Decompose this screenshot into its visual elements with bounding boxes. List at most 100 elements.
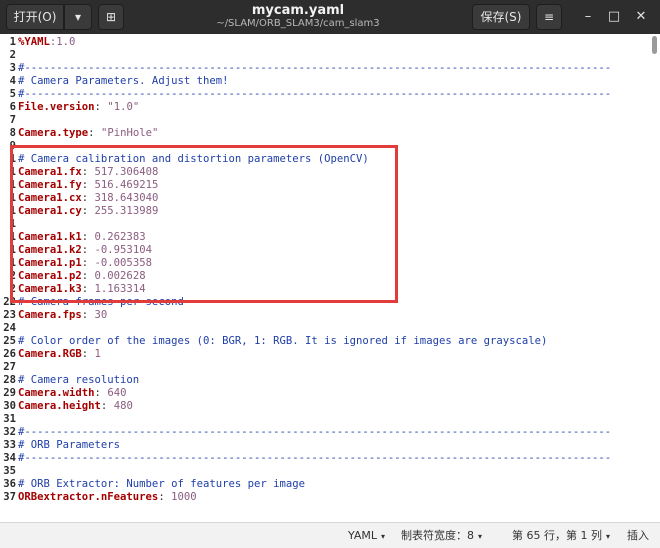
comment-token: #---------------------------------------…	[18, 88, 612, 100]
key-token: Camera.RGB	[18, 348, 82, 360]
line-number: 32	[3, 426, 16, 438]
language-selector[interactable]: YAML ▾	[348, 523, 385, 548]
line-content: # Camera Parameters. Adjust them!	[18, 75, 228, 88]
line-content: #---------------------------------------…	[18, 62, 611, 75]
key-token: Camera.type	[18, 127, 89, 139]
open-button[interactable]: 打开(O)	[6, 4, 64, 30]
value-token: :1.0	[49, 36, 76, 48]
line-number: 8	[9, 127, 16, 139]
value-token: 640	[107, 387, 127, 399]
scrollbar-thumb[interactable]	[652, 36, 657, 54]
line-number: 2	[9, 49, 16, 61]
minimize-icon: –	[584, 9, 592, 24]
code-line: 5 #--------------------------------------…	[0, 88, 660, 101]
separator-token: :	[81, 309, 95, 321]
hamburger-menu-button[interactable]: ≡	[536, 4, 562, 30]
chevron-down-icon: ▾	[605, 532, 610, 541]
line-number: 24	[3, 322, 16, 334]
highlight-annotation-box	[10, 145, 398, 303]
close-icon: ✕	[635, 9, 647, 24]
code-line: 29 Camera.width: 640	[0, 387, 660, 400]
code-line: 3 #--------------------------------------…	[0, 62, 660, 75]
code-line: 27	[0, 361, 660, 374]
close-button[interactable]: ✕	[632, 8, 650, 26]
comment-token: # ORB Extractor: Number of features per …	[18, 478, 306, 490]
line-content: #---------------------------------------…	[18, 452, 611, 465]
code-line: 23 Camera.fps: 30	[0, 309, 660, 322]
code-line: 24	[0, 322, 660, 335]
minimize-button[interactable]: –	[579, 8, 597, 26]
key-token: ORBextractor.nFeatures	[18, 491, 159, 503]
code-line: 34 #-------------------------------------…	[0, 452, 660, 465]
value-token: "PinHole"	[100, 127, 159, 139]
key-token: Camera.fps	[18, 309, 82, 321]
line-number: 4	[9, 75, 16, 87]
line-number: 7	[9, 114, 16, 126]
tab-width-label: 制表符宽度：8	[401, 529, 474, 542]
line-number: 26	[3, 348, 16, 360]
comment-token: #---------------------------------------…	[18, 452, 612, 464]
language-label: YAML	[348, 529, 378, 542]
code-line: 26 Camera.RGB: 1	[0, 348, 660, 361]
key-token: Camera.width	[18, 387, 95, 399]
line-number: 34	[3, 452, 16, 464]
chevron-down-icon: ▾	[381, 532, 386, 541]
line-content: # ORB Parameters	[18, 439, 120, 452]
maximize-button[interactable]: □	[605, 8, 623, 26]
key-token: Camera.height	[18, 400, 101, 412]
comment-token: # Camera resolution	[18, 374, 140, 386]
line-number: 27	[3, 361, 16, 373]
code-line: 6 File.version: "1.0"	[0, 101, 660, 114]
separator-token: :	[94, 101, 108, 113]
value-token: 1	[94, 348, 101, 360]
code-line: 4 # Camera Parameters. Adjust them!	[0, 75, 660, 88]
separator-token: :	[81, 348, 95, 360]
line-content: # ORB Extractor: Number of features per …	[18, 478, 305, 491]
separator-token: :	[94, 387, 108, 399]
line-number: 6	[9, 101, 16, 113]
line-number: 28	[3, 374, 16, 386]
cursor-position-selector[interactable]: 第 65 行，第 1 列 ▾	[512, 523, 610, 548]
code-line: 8 Camera.type: "PinHole"	[0, 127, 660, 140]
line-content: Camera.fps: 30	[18, 309, 107, 322]
open-dropdown-button[interactable]: ▾	[64, 4, 92, 30]
header-bar: 打开(O) ▾ ⊞ mycam.yaml ~/SLAM/ORB_SLAM3/ca…	[0, 0, 660, 34]
line-number: 33	[3, 439, 16, 451]
line-content: Camera.width: 640	[18, 387, 126, 400]
code-line: 35	[0, 465, 660, 478]
line-content: Camera.type: "PinHole"	[18, 127, 158, 140]
comment-token: # Camera Parameters. Adjust them!	[18, 75, 229, 87]
line-number: 31	[3, 413, 16, 425]
code-line: 37 ORBextractor.nFeatures: 1000	[0, 491, 660, 504]
save-button[interactable]: 保存(S)	[472, 4, 530, 30]
new-document-icon: ⊞	[105, 10, 117, 24]
line-number: 23	[3, 309, 16, 321]
line-content: File.version: "1.0"	[18, 101, 139, 114]
new-tab-button[interactable]: ⊞	[98, 4, 124, 30]
line-number: 30	[3, 400, 16, 412]
line-content: Camera.RGB: 1	[18, 348, 101, 361]
line-number: 29	[3, 387, 16, 399]
code-line: 32 #-------------------------------------…	[0, 426, 660, 439]
status-bar: YAML ▾ 制表符宽度：8 ▾ 第 65 行，第 1 列 ▾ 插入	[0, 522, 660, 548]
insert-mode-indicator: 插入	[627, 529, 649, 542]
code-line: 7	[0, 114, 660, 127]
separator-token: :	[100, 400, 114, 412]
chevron-down-icon: ▾	[478, 532, 483, 541]
separator-token: :	[158, 491, 172, 503]
code-line: 36 # ORB Extractor: Number of features pe…	[0, 478, 660, 491]
comment-token: # Color order of the images (0: BGR, 1: …	[18, 335, 548, 347]
code-line: 28 # Camera resolution	[0, 374, 660, 387]
line-content: %YAML:1.0	[18, 36, 75, 49]
line-content: Camera.height: 480	[18, 400, 133, 413]
line-number: 36	[3, 478, 16, 490]
tab-width-selector[interactable]: 制表符宽度：8 ▾	[401, 523, 482, 548]
key-token: %YAML	[18, 36, 50, 48]
text-editor[interactable]: 1 %YAML:1.0 2 3 #---------------------------…	[0, 34, 660, 522]
chevron-down-icon: ▾	[74, 10, 82, 24]
line-number: 1	[9, 36, 16, 48]
code-line: 1 %YAML:1.0	[0, 36, 660, 49]
line-number: 35	[3, 465, 16, 477]
value-token: 480	[113, 400, 133, 412]
line-content: # Color order of the images (0: BGR, 1: …	[18, 335, 547, 348]
